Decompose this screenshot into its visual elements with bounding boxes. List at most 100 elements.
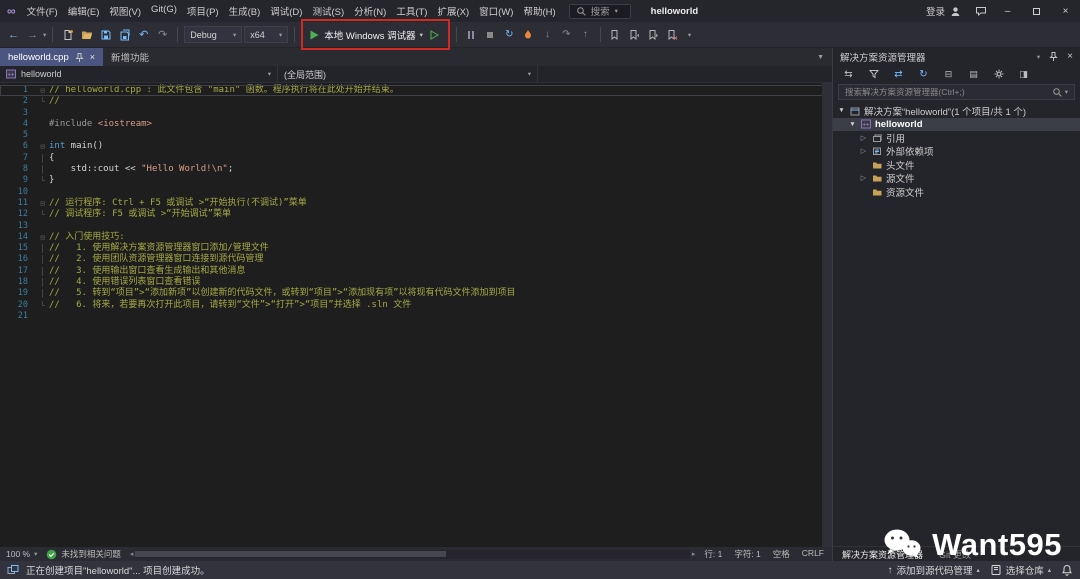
tree-item-header-files[interactable]: 头文件 bbox=[833, 158, 1080, 172]
tree-item-source-files[interactable]: ▷源文件 bbox=[833, 172, 1080, 186]
bookmark-prev-icon[interactable] bbox=[626, 26, 643, 43]
code-line-1[interactable]: 1⊟// helloworld.cpp : 此文件包含 "main" 函数。程序… bbox=[0, 85, 832, 96]
code-line-6[interactable]: 6⊟int main() bbox=[0, 141, 832, 152]
menu-window[interactable]: 窗口(W) bbox=[474, 0, 518, 22]
code-line-10[interactable]: 10 bbox=[0, 187, 832, 198]
code-line-14[interactable]: 14⊟// 入门使用技巧: bbox=[0, 232, 832, 243]
zoom-control[interactable]: 100 % ▾ bbox=[6, 549, 37, 559]
menu-build[interactable]: 生成(B) bbox=[224, 0, 266, 22]
refresh-icon[interactable]: ↻ bbox=[915, 66, 932, 83]
code-line-20[interactable]: 20└// 6. 将来，若要再次打开此项目，请转到“文件”>“打开”>“项目”并… bbox=[0, 300, 832, 311]
open-file-icon[interactable] bbox=[78, 26, 95, 43]
minimize-button[interactable]: – bbox=[993, 0, 1022, 22]
maximize-button[interactable] bbox=[1022, 0, 1051, 22]
close-icon[interactable]: × bbox=[1067, 51, 1073, 62]
add-to-source-control-button[interactable]: ↑ 添加到源代码管理 ▴ bbox=[887, 563, 979, 577]
restart-icon[interactable]: ↻ bbox=[501, 26, 518, 43]
code-line-11[interactable]: 11⊟// 运行程序: Ctrl + F5 或调试 >“开始执行(不调试)”菜单 bbox=[0, 198, 832, 209]
pin-icon[interactable] bbox=[74, 52, 85, 63]
scrollbar-thumb[interactable] bbox=[822, 83, 832, 547]
close-icon[interactable]: × bbox=[90, 52, 95, 62]
undo-icon[interactable]: ↶ bbox=[135, 26, 152, 43]
scroll-right-icon[interactable]: ▸ bbox=[692, 550, 696, 558]
fold-collapse-icon[interactable]: ⊟ bbox=[36, 141, 49, 152]
bookmark-next-icon[interactable] bbox=[645, 26, 662, 43]
navigation-dropdown-icon[interactable]: ▾ bbox=[43, 31, 46, 39]
scrollbar-thumb[interactable] bbox=[135, 551, 445, 557]
horizontal-scrollbar[interactable] bbox=[135, 550, 689, 559]
code-line-7[interactable]: 7│{ bbox=[0, 153, 832, 164]
code-line-19[interactable]: 19│// 5. 转到“项目”>“添加新项”以创建新的代码文件，或转到“项目”>… bbox=[0, 288, 832, 299]
spaces-indicator[interactable]: 空格 bbox=[773, 548, 790, 560]
code-line-12[interactable]: 12└// 调试程序: F5 或调试 >“开始调试”菜单 bbox=[0, 209, 832, 220]
collapse-all-icon[interactable]: ⊟ bbox=[940, 66, 957, 83]
feedback-icon[interactable] bbox=[969, 5, 993, 17]
back-icon[interactable]: ← bbox=[5, 26, 22, 43]
menu-file[interactable]: 文件(F) bbox=[22, 0, 63, 22]
sync-active-document-icon[interactable]: ⇄ bbox=[890, 66, 907, 83]
fold-collapse-icon[interactable]: ⊟ bbox=[36, 198, 49, 209]
expanded-arrow-icon[interactable]: ▼ bbox=[848, 121, 857, 128]
code-line-9[interactable]: 9└} bbox=[0, 175, 832, 186]
code-line-5[interactable]: 5 bbox=[0, 130, 832, 141]
menu-analyze[interactable]: 分析(N) bbox=[349, 0, 391, 22]
solution-search-box[interactable]: 搜索解决方案资源管理器(Ctrl+;) ▾ bbox=[838, 84, 1075, 100]
code-line-3[interactable]: 3 bbox=[0, 108, 832, 119]
menu-project[interactable]: 项目(P) bbox=[182, 0, 224, 22]
code-line-4[interactable]: 4#include <iostream> bbox=[0, 119, 832, 130]
menu-view[interactable]: 视图(V) bbox=[104, 0, 146, 22]
code-line-21[interactable]: 21 bbox=[0, 311, 832, 322]
save-icon[interactable] bbox=[97, 26, 114, 43]
close-button[interactable]: × bbox=[1051, 0, 1080, 22]
line-indicator[interactable]: 行: 1 bbox=[704, 548, 722, 560]
menu-help[interactable]: 帮助(H) bbox=[518, 0, 560, 22]
code-line-2[interactable]: 2└// bbox=[0, 96, 832, 107]
tree-item-references[interactable]: ▷引用 bbox=[833, 131, 1080, 145]
tab-whats-new[interactable]: 新增功能 bbox=[103, 48, 157, 66]
step-out-icon[interactable]: ↑ bbox=[577, 26, 594, 43]
bookmark-toggle-icon[interactable] bbox=[607, 26, 624, 43]
code-line-8[interactable]: 8│ std::cout << "Hello World!\n"; bbox=[0, 164, 832, 175]
step-over-icon[interactable]: ↷ bbox=[558, 26, 575, 43]
toolbar-options-icon[interactable]: ▾ bbox=[683, 31, 696, 39]
start-without-debugging-button[interactable] bbox=[426, 26, 443, 43]
active-documents-dropdown-icon[interactable]: ▼ bbox=[817, 54, 824, 61]
notifications-bell-icon[interactable] bbox=[1061, 564, 1073, 576]
code-line-18[interactable]: 18│// 4. 使用错误列表窗口查看错误 bbox=[0, 277, 832, 288]
show-all-files-icon[interactable]: ▤ bbox=[965, 66, 982, 83]
code-editor[interactable]: 1⊟// helloworld.cpp : 此文件包含 "main" 函数。程序… bbox=[0, 83, 832, 547]
start-debugging-button[interactable]: 本地 Windows 调试器 ▾ bbox=[308, 28, 423, 42]
new-file-icon[interactable] bbox=[59, 26, 76, 43]
scroll-left-icon[interactable]: ◂ bbox=[130, 550, 134, 558]
collapsed-arrow-icon[interactable]: ▷ bbox=[859, 147, 868, 155]
tree-item-external-dependencies[interactable]: ▷外部依赖项 bbox=[833, 145, 1080, 159]
code-line-13[interactable]: 13 bbox=[0, 221, 832, 232]
pin-icon[interactable] bbox=[1048, 51, 1059, 62]
view-switcher-icon[interactable]: ⇆ bbox=[840, 66, 857, 83]
code-health-indicator[interactable]: 未找到相关问题 bbox=[46, 548, 121, 560]
menu-edit[interactable]: 编辑(E) bbox=[63, 0, 105, 22]
step-into-icon[interactable]: ↓ bbox=[539, 26, 556, 43]
preview-icon[interactable]: ◨ bbox=[1015, 66, 1032, 83]
menu-tools[interactable]: 工具(T) bbox=[391, 0, 432, 22]
collapsed-arrow-icon[interactable]: ▷ bbox=[859, 134, 868, 142]
select-repository-button[interactable]: 选择仓库 ▴ bbox=[990, 563, 1051, 577]
menu-extensions[interactable]: 扩展(X) bbox=[432, 0, 474, 22]
properties-icon[interactable] bbox=[990, 66, 1007, 83]
filter-icon[interactable] bbox=[865, 66, 882, 83]
configuration-dropdown[interactable]: Debug ▾ bbox=[184, 26, 242, 43]
redo-icon[interactable]: ↷ bbox=[154, 26, 171, 43]
tree-item-resource-files[interactable]: 资源文件 bbox=[833, 185, 1080, 199]
tree-item-solution[interactable]: ▼解决方案“helloworld”(1 个项目/共 1 个) bbox=[833, 104, 1080, 118]
menu-debug[interactable]: 调试(D) bbox=[265, 0, 307, 22]
tree-item-project-helloworld[interactable]: ▼++helloworld bbox=[833, 118, 1080, 132]
break-all-icon[interactable] bbox=[463, 26, 480, 43]
scope-dropdown[interactable]: (全局范围) ▾ bbox=[278, 66, 538, 82]
vertical-scrollbar[interactable] bbox=[822, 83, 832, 547]
code-line-15[interactable]: 15│// 1. 使用解决方案资源管理器窗口添加/管理文件 bbox=[0, 243, 832, 254]
stop-icon[interactable] bbox=[482, 26, 499, 43]
expanded-arrow-icon[interactable]: ▼ bbox=[837, 107, 846, 114]
column-indicator[interactable]: 字符: 1 bbox=[734, 548, 760, 560]
forward-icon[interactable]: → bbox=[24, 26, 41, 43]
tab-helloworld-cpp[interactable]: helloworld.cpp × bbox=[0, 48, 103, 66]
